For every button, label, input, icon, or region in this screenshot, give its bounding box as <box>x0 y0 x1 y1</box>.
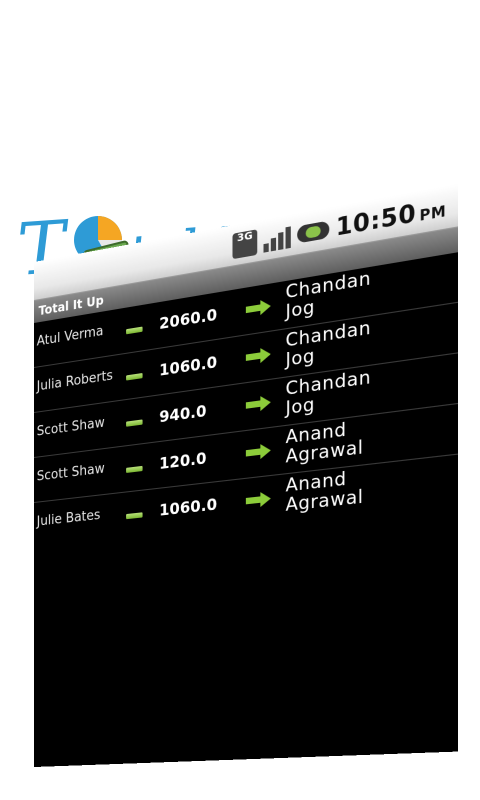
phone-screen: 3G 10:50 PM Total It Up Atul Verma 2060.… <box>34 183 458 768</box>
payer-name: Julie Bates <box>36 507 101 530</box>
amount: 1060.0 <box>159 352 218 380</box>
phone-stage: 3G 10:50 PM Total It Up Atul Verma 2060.… <box>0 0 480 800</box>
minus-icon <box>126 419 143 427</box>
arrow-right-icon <box>245 442 271 461</box>
payer-name: Scott Shaw <box>36 415 105 440</box>
arrow-right-icon <box>245 394 271 413</box>
minus-icon <box>126 512 143 520</box>
minus-icon <box>126 465 143 473</box>
minus-icon <box>126 372 143 381</box>
arrow-right-icon <box>245 346 271 366</box>
network-3g-icon: 3G <box>232 229 258 260</box>
arrow-right-icon <box>245 490 271 509</box>
clock-time: 10:50 <box>335 199 417 242</box>
battery-icon <box>297 220 330 244</box>
payer-name: Scott Shaw <box>36 461 105 485</box>
amount: 2060.0 <box>159 305 218 334</box>
amount: 1060.0 <box>159 494 218 520</box>
amount: 120.0 <box>159 448 207 474</box>
clock-ampm: PM <box>419 203 447 225</box>
minus-icon <box>126 326 143 335</box>
network-label: 3G <box>237 230 253 245</box>
amount: 940.0 <box>159 401 207 427</box>
payer-name: Atul Verma <box>36 323 104 350</box>
payer-name: Julia Roberts <box>36 368 113 395</box>
screenshot-page: T tal It Up! 3G <box>0 0 480 800</box>
arrow-right-icon <box>245 298 271 318</box>
signal-strength-icon <box>263 224 291 253</box>
